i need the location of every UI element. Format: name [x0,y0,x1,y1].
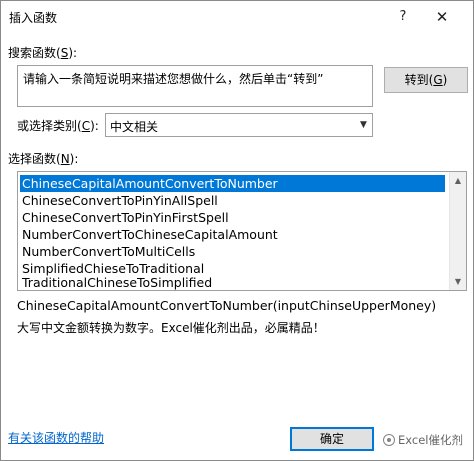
dialog-title: 插入函数 [9,11,58,25]
function-item[interactable]: NumberConvertToChineseCapitalAmount [20,226,278,243]
scroll-down-icon[interactable]: ▼ [450,273,466,290]
function-item[interactable]: NumberConvertToMultiCells [20,243,195,260]
function-signature: ChineseCapitalAmountConvertToNumber(inpu… [17,298,437,313]
category-select[interactable]: 中文相关 ▼ [105,113,373,137]
chevron-down-icon[interactable]: ▼ [355,114,372,136]
watermark: Excel催化剂 [383,432,463,448]
insert-function-dialog: 插入函数 ? ✕ 搜索函数(S): 请输入一条简短说明来描述您想做什么，然后单击… [0,0,474,461]
search-label: 搜索函数(S): [8,46,78,60]
help-icon[interactable]: ? [393,7,413,27]
ok-button[interactable]: 确定 [290,427,374,451]
function-item[interactable]: ChineseConvertToPinYinFirstSpell [20,209,229,226]
category-label: 或选择类别(C): [17,119,99,133]
category-selected-value: 中文相关 [110,120,159,134]
title-bar[interactable]: 插入函数 ? ✕ [1,1,473,33]
wechat-icon [383,434,395,446]
function-item[interactable]: TraditionalChineseToSimplified [20,274,212,290]
function-item-selected[interactable]: ChineseCapitalAmountConvertToNumber [20,175,445,192]
function-list[interactable]: ChineseCapitalAmountConvertToNumber Chin… [17,171,467,291]
close-icon[interactable]: ✕ [431,6,453,28]
function-list-label: 选择函数(N): [8,152,79,166]
go-button[interactable]: 转到(G) [384,67,468,93]
search-input[interactable]: 请输入一条简短说明来描述您想做什么，然后单击“转到” [17,65,373,107]
function-help-link[interactable]: 有关该函数的帮助 [8,429,104,446]
vertical-scrollbar[interactable]: ▲ ▼ [449,172,466,290]
function-item[interactable]: ChineseConvertToPinYinAllSpell [20,192,218,209]
function-description: 大写中文金额转换为数字。Excel催化剂出品，必属精品！ [17,321,325,335]
scroll-up-icon[interactable]: ▲ [450,172,466,189]
